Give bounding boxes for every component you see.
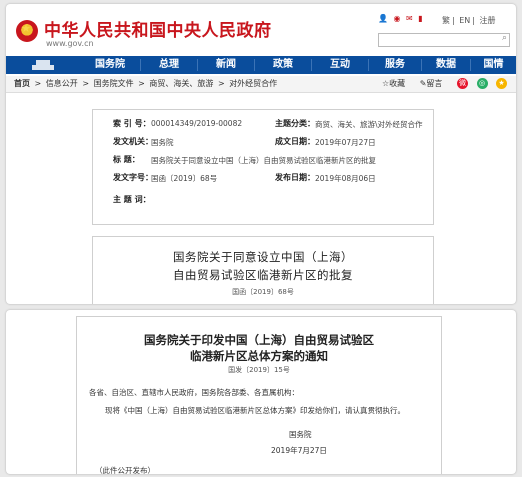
written-date-value: 2019年07月27日	[315, 138, 376, 147]
doc-number: 国函〔2019〕68号	[232, 288, 294, 296]
qzone-icon[interactable]: ★	[496, 78, 508, 89]
site-title[interactable]: 中华人民共和国中央人民政府	[44, 16, 272, 41]
main-nav: 国务院 总理 新闻 政策 互动 服务 数据 国情	[6, 56, 516, 74]
message-button[interactable]: ✎留言	[420, 79, 449, 88]
breadcrumb-foreign-trade[interactable]: 对外经贸合作	[229, 79, 277, 88]
login-icon[interactable]: 👤	[378, 14, 388, 23]
title-label: 标 题：	[113, 155, 140, 164]
link-traditional[interactable]: 繁	[442, 16, 450, 25]
topic-label: 主 题 词：	[113, 195, 151, 204]
link-register[interactable]: 注册	[480, 16, 496, 25]
issuer-label: 发文机关：	[113, 137, 153, 146]
nav-interaction[interactable]: 互动	[312, 56, 368, 74]
tiananmen-icon	[32, 60, 54, 70]
nav-national-info[interactable]: 国情	[471, 56, 516, 74]
wechat-icon[interactable]: ◎	[476, 78, 488, 89]
category-value: 商贸、海关、旅游\对外经贸合作	[315, 120, 423, 129]
notice-title-line1: 国务院关于印发中国（上海）自由贸易试验区	[144, 333, 374, 347]
header-links: 繁 | EN | 注册	[442, 16, 496, 25]
category-label: 主题分类：	[275, 119, 315, 128]
title-value: 国务院关于同意设立中国（上海）自由贸易试验区临港新片区的批复	[151, 156, 376, 165]
notice-signer: 国务院	[289, 430, 312, 439]
doc-title-line1: 国务院关于同意设立中国（上海）	[173, 250, 353, 264]
favorite-label: 收藏	[389, 79, 406, 88]
notice-footer-note: （此件公开发布）	[95, 466, 155, 474]
index-label: 索 引 号：	[113, 119, 151, 128]
index-value: 000014349/2019-00082	[151, 119, 243, 128]
wechat-icon[interactable]: ✉	[406, 14, 413, 23]
favorite-button[interactable]: ☆收藏	[382, 79, 411, 88]
site-url: www.gov.cn	[46, 39, 94, 48]
nav-premier[interactable]: 总理	[141, 56, 197, 74]
notice-body: 现将《中国（上海）自由贸易试验区临港新片区总体方案》印发给你们，请认真贯彻执行。	[105, 406, 405, 415]
mobile-app-icon[interactable]: ▮	[418, 14, 422, 23]
breadcrumb-trade-customs-tourism[interactable]: 商贸、海关、旅游	[149, 79, 213, 88]
header-icon-row: 👤 ◉ ✉ ▮	[378, 14, 429, 23]
breadcrumb-sep: >	[34, 79, 42, 88]
site-header: 中华人民共和国中央人民政府 www.gov.cn 👤 ◉ ✉ ▮ 繁| EN| …	[6, 4, 516, 56]
national-emblem-icon	[16, 20, 38, 42]
gov-page-screenshot: 中华人民共和国中央人民政府 www.gov.cn 👤 ◉ ✉ ▮ 繁| EN| …	[6, 4, 516, 304]
breadcrumb-home[interactable]: 首页	[14, 79, 30, 88]
document-content-notice: 国务院关于印发中国（上海）自由贸易试验区 临港新片区总体方案的通知 国发〔201…	[76, 316, 442, 474]
weibo-icon[interactable]: 微	[456, 78, 468, 89]
link-english[interactable]: EN	[459, 16, 470, 25]
published-date-label: 发布日期：	[275, 173, 315, 182]
issuer-value: 国务院	[151, 138, 174, 147]
notice-title-line2: 临港新片区总体方案的通知	[190, 349, 328, 363]
document-info-table: 索 引 号： 000014349/2019-00082 主题分类： 商贸、海关、…	[92, 109, 434, 225]
document-content-approval: 国务院关于同意设立中国（上海） 自由贸易试验区临港新片区的批复 国函〔2019〕…	[92, 236, 434, 304]
notice-doc-number: 国发〔2019〕15号	[228, 366, 290, 374]
nav-state-council[interactable]: 国务院	[80, 56, 140, 74]
weibo-icon[interactable]: ◉	[394, 14, 401, 23]
nav-service[interactable]: 服务	[369, 56, 421, 74]
breadcrumb-info-public[interactable]: 信息公开	[46, 79, 78, 88]
breadcrumb-state-council-docs[interactable]: 国务院文件	[94, 79, 134, 88]
breadcrumb-sep: >	[217, 79, 225, 88]
written-date-label: 成文日期：	[275, 137, 315, 146]
breadcrumb: 首页 > 信息公开 > 国务院文件 > 商贸、海关、旅游 > 对外经贸合作 ☆收…	[6, 76, 516, 93]
message-label: 留言	[426, 79, 443, 88]
search-input[interactable]: ⌕	[378, 33, 510, 47]
nav-policy[interactable]: 政策	[255, 56, 311, 74]
notice-document-screenshot: 国务院关于印发中国（上海）自由贸易试验区 临港新片区总体方案的通知 国发〔201…	[6, 310, 516, 474]
doc-number-value: 国函〔2019〕68号	[151, 174, 218, 183]
nav-data[interactable]: 数据	[422, 56, 470, 74]
doc-title-line2: 自由贸易试验区临港新片区的批复	[173, 268, 353, 282]
breadcrumb-sep: >	[82, 79, 90, 88]
notice-date: 2019年7月27日	[271, 446, 327, 455]
published-date-value: 2019年08月06日	[315, 174, 376, 183]
breadcrumb-sep: >	[138, 79, 145, 88]
doc-number-label: 发文字号：	[113, 173, 153, 182]
nav-news[interactable]: 新闻	[198, 56, 254, 74]
search-icon[interactable]: ⌕	[502, 33, 507, 43]
notice-salutation: 各省、自治区、直辖市人民政府，国务院各部委、各直属机构：	[89, 388, 299, 397]
